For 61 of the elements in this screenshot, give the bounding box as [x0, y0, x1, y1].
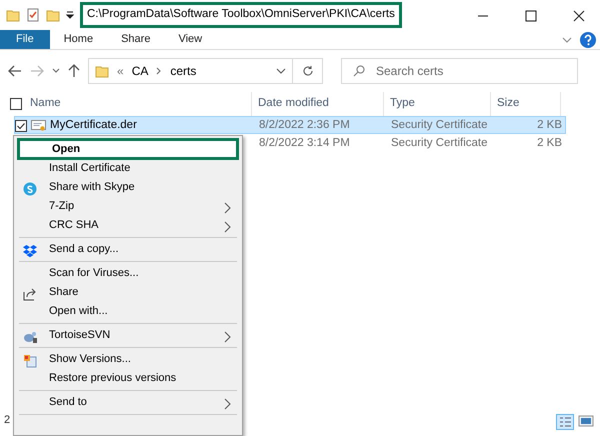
breadcrumb[interactable]: CA — [132, 62, 148, 80]
menu-item[interactable]: Scan for Viruses... — [17, 264, 239, 283]
properties-icon[interactable] — [26, 8, 40, 22]
close-icon — [573, 10, 585, 22]
refresh-button[interactable] — [293, 58, 323, 84]
menu-item[interactable]: Install Certificate — [17, 159, 239, 178]
search-field[interactable]: Search certs — [341, 58, 578, 84]
menu-item[interactable]: 7-Zip — [17, 197, 239, 216]
recent-locations-icon[interactable] — [52, 68, 60, 74]
certificate-icon — [31, 120, 46, 132]
file-name: MyCertificate.der — [50, 118, 137, 133]
menu-item[interactable]: Open with... — [17, 302, 239, 321]
file-type: Security Certificate — [390, 118, 489, 133]
share-icon — [23, 288, 37, 301]
menu-item[interactable]: Share with Skype — [17, 178, 239, 197]
menu-item[interactable]: Send to — [17, 393, 239, 412]
column-header[interactable]: Type — [390, 95, 415, 113]
expand-ribbon-icon[interactable] — [562, 34, 572, 44]
status-text: 2 — [4, 413, 10, 428]
date-modified: 8/2/2022 3:14 PM — [258, 136, 351, 151]
address-bar[interactable]: « CA certs — [88, 58, 293, 84]
details-view-icon[interactable] — [556, 414, 574, 430]
versions-icon — [23, 354, 37, 368]
ribbon-tab[interactable]: Home — [50, 30, 108, 49]
dropdown-icon[interactable] — [276, 68, 286, 74]
chevron-icon[interactable] — [156, 67, 162, 75]
file-size: 2 KB — [536, 118, 563, 133]
breadcrumb[interactable]: certs — [170, 62, 196, 80]
file-row[interactable]: MyCertificate.der 8/2/2022 2:36 PM Security Certificate 2 KB — [14, 116, 566, 134]
ribbon-tab[interactable]: Share — [107, 30, 164, 49]
folder-icon — [95, 64, 109, 78]
thumbnail-view-icon[interactable] — [578, 414, 594, 428]
checkbox[interactable] — [10, 98, 22, 110]
back-icon[interactable] — [8, 65, 22, 77]
file-type: Security Certificate — [390, 136, 489, 151]
window-title: C:\ProgramData\Software Toolbox\OmniServer\PKI\CA\certs — [80, 2, 402, 28]
column-header[interactable]: Date modified — [258, 95, 329, 113]
menu-item[interactable]: CRC SHA — [17, 216, 239, 235]
up-icon[interactable] — [68, 64, 80, 78]
menu-item[interactable]: TortoiseSVN — [17, 326, 239, 345]
menu-item[interactable]: Share — [17, 283, 239, 302]
menu-item[interactable]: Show Versions... — [17, 350, 239, 369]
skype-icon — [23, 182, 37, 196]
tortoise-icon — [23, 330, 38, 344]
column-header[interactable]: Name — [30, 95, 61, 113]
menu-item[interactable]: Restore previous versions — [17, 369, 239, 388]
menu-item[interactable]: Send a copy... — [17, 240, 239, 259]
refresh-icon — [302, 65, 314, 77]
file-size: 2 KB — [536, 136, 563, 151]
dropbox-icon — [23, 244, 37, 258]
dropdown-icon[interactable] — [66, 10, 74, 20]
ribbon-tab[interactable]: File — [0, 30, 50, 49]
maximize-icon — [525, 10, 537, 22]
menu-item[interactable]: Open — [17, 138, 239, 160]
search-icon — [353, 65, 365, 77]
checkbox[interactable] — [15, 120, 27, 132]
column-header[interactable]: Size — [497, 95, 520, 113]
date-modified: 8/2/2022 2:36 PM — [258, 118, 351, 133]
help-icon[interactable] — [580, 32, 596, 48]
ribbon-tab[interactable]: View — [164, 30, 216, 49]
overflow-chevron[interactable]: « — [117, 62, 124, 80]
